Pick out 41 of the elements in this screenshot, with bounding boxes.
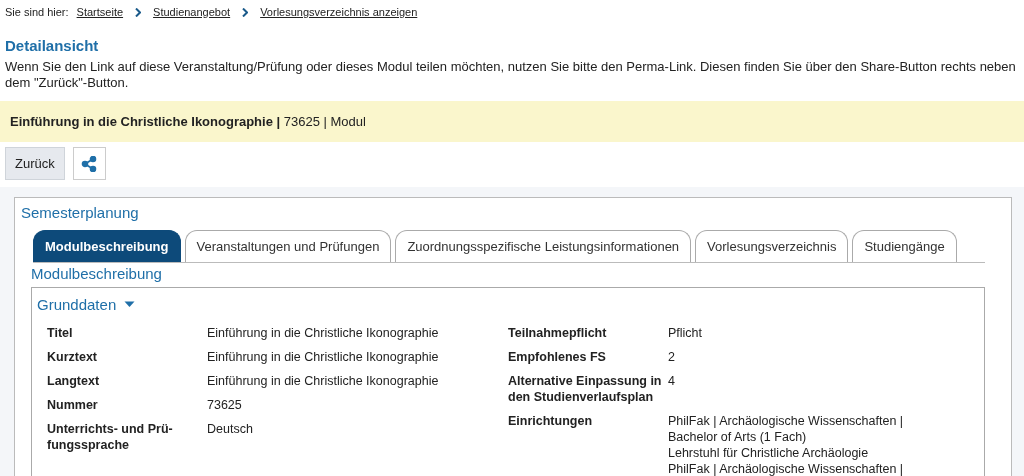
breadcrumb-link[interactable]: Studienangebot xyxy=(153,6,231,18)
field-value: Pflicht xyxy=(668,325,704,341)
tab[interactable]: Veranstaltungen und Prüfungen xyxy=(184,230,392,262)
breadcrumb-link[interactable]: Vorlesungsverzeichnis anzeigen xyxy=(260,6,418,18)
field-value: Deutsch xyxy=(207,421,254,437)
field-label: Einrichtungen xyxy=(508,413,594,430)
group-toggle[interactable]: Grunddaten xyxy=(37,296,136,313)
back-button[interactable]: Zurück xyxy=(5,147,65,180)
panel-title: Semesterplanung xyxy=(21,204,140,221)
tab[interactable]: Vorlesungsverzeichnis xyxy=(695,230,849,262)
breadcrumb-label: Sie sind hier: xyxy=(5,6,69,18)
intro-text: Wenn Sie den Link auf diese Veranstaltung/Prüfung oder dieses Modul teilen möchten, nutzen Sie bitte den Perma-Link. Diesen finden Sie über den Share-Button rechts neben dem "Zurück"-Button. xyxy=(5,59,1017,91)
field-label: Langtext xyxy=(47,373,101,389)
share-button[interactable] xyxy=(72,147,106,180)
field-label: Teilnahmepflicht xyxy=(508,325,608,341)
module-title: Einführung in die Christliche Ikonographie | 73625 | Modul xyxy=(10,114,366,129)
field-value: 73625 xyxy=(207,397,243,413)
field-value: Lehrstuhl für Christliche Archäologie xyxy=(668,445,870,461)
field-value: PhilFak | Archäologische Wissenschaften | xyxy=(668,461,905,476)
field-value: 2 xyxy=(668,349,676,365)
chevron-right-icon xyxy=(242,7,249,17)
field-value: Einführung in die Christliche Ikonographie xyxy=(207,325,440,341)
field-value: Einführung in die Christliche Ikonographie xyxy=(207,373,440,389)
field-label: Unterrichts- und Prü-fungssprache xyxy=(47,421,174,453)
field-value: Einführung in die Christliche Ikonographie xyxy=(207,349,440,365)
chevron-right-icon xyxy=(135,7,142,17)
caret-down-icon xyxy=(124,301,136,308)
field-value: 4 xyxy=(668,373,676,389)
share-icon xyxy=(81,155,98,172)
field-label: Nummer xyxy=(47,397,99,413)
field-value: PhilFak | Archäologische Wissenschaften | Bachelor of Arts (1 Fach) xyxy=(668,413,905,445)
field-label: Alternative Einpassung in den Studienverlaufsplan xyxy=(508,373,663,405)
field-label: Kurztext xyxy=(47,349,98,365)
field-label: Empfohlenes FS xyxy=(508,349,607,365)
tab[interactable]: Studiengänge xyxy=(852,230,957,262)
page-heading: Detailansicht xyxy=(5,37,100,54)
tab[interactable]: Zuordnungsspezifische Leistungsinformationen xyxy=(395,230,692,262)
field-label: Titel xyxy=(47,325,74,341)
section-title: Modulbeschreibung xyxy=(31,265,163,282)
tab[interactable]: Modulbeschreibung xyxy=(33,230,181,262)
breadcrumb-link[interactable]: Startseite xyxy=(76,6,124,18)
